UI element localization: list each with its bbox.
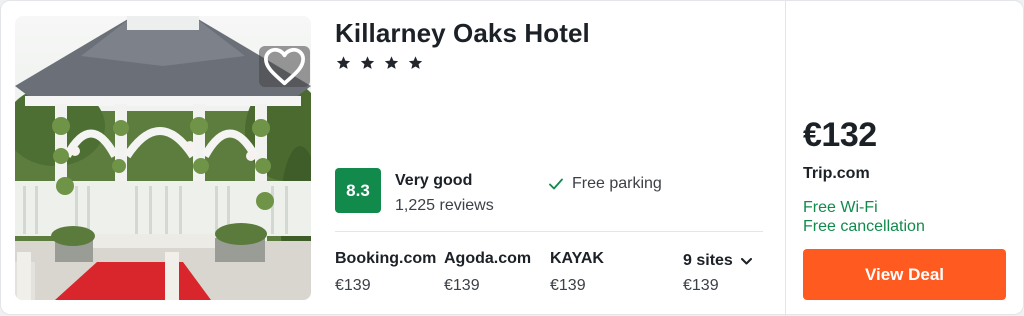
site-name: Agoda.com xyxy=(444,250,532,267)
star-icon xyxy=(384,56,399,69)
amenity-label: Free parking xyxy=(572,175,662,192)
review-count[interactable]: 1,225 reviews xyxy=(395,197,494,215)
best-price[interactable]: €132 xyxy=(803,116,877,155)
site-name: Booking.com xyxy=(335,250,437,267)
site-price: €139 xyxy=(335,277,371,294)
star-icon xyxy=(336,56,351,69)
site-deal-agoda[interactable]: Agoda.com €139 xyxy=(444,250,531,295)
chevron-down-icon xyxy=(740,257,752,264)
site-price: €139 xyxy=(550,277,586,294)
divider xyxy=(335,231,763,232)
amenity-free-parking: Free parking xyxy=(549,175,662,193)
site-deal-kayak[interactable]: KAYAK €139 xyxy=(550,250,604,295)
heart-outline-icon xyxy=(264,47,305,86)
more-sites-dropdown[interactable]: 9 sites €139 xyxy=(683,252,752,295)
hotel-name[interactable]: Killarney Oaks Hotel xyxy=(335,18,590,49)
save-favorite-button[interactable] xyxy=(259,46,310,87)
rating-score-badge: 8.3 xyxy=(335,168,381,213)
star-rating xyxy=(335,55,424,71)
rating-label: Very good xyxy=(395,172,473,189)
hotel-photo[interactable] xyxy=(15,16,311,300)
hotel-result-card[interactable]: Killarney Oaks Hotel 8.3 Very good 1,225… xyxy=(0,0,1024,316)
panel-divider xyxy=(785,1,786,316)
star-icon xyxy=(360,56,375,69)
site-price: €139 xyxy=(683,277,719,294)
view-deal-button[interactable]: View Deal xyxy=(803,249,1006,300)
check-icon xyxy=(549,178,563,190)
perk-free-cancellation: Free cancellation xyxy=(803,218,925,235)
deal-provider: Trip.com xyxy=(803,165,870,182)
site-deal-booking[interactable]: Booking.com €139 xyxy=(335,250,436,295)
star-icon xyxy=(408,56,423,69)
site-price: €139 xyxy=(444,277,480,294)
perk-free-wifi: Free Wi-Fi xyxy=(803,199,878,216)
more-sites-label: 9 sites xyxy=(683,252,733,269)
site-name: KAYAK xyxy=(550,250,604,267)
